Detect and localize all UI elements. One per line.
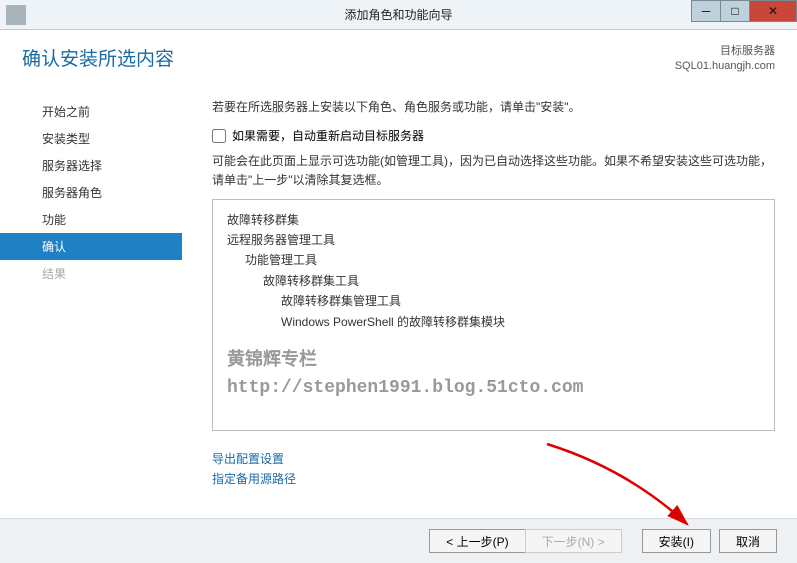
sidebar-item-label: 安装类型 xyxy=(42,132,90,146)
auto-restart-label: 如果需要，自动重新启动目标服务器 xyxy=(232,127,424,144)
sidebar-item-server-select[interactable]: 服务器选择 xyxy=(0,152,182,179)
watermark-line1: 黄锦辉专栏 xyxy=(227,351,317,371)
content-pane: 若要在所选服务器上安装以下角色、角色服务或功能，请单击"安装"。 如果需要，自动… xyxy=(182,80,797,518)
auto-restart-row: 如果需要，自动重新启动目标服务器 xyxy=(212,127,775,144)
tree-item: Windows PowerShell 的故障转移群集模块 xyxy=(227,312,760,332)
sidebar-item-label: 服务器选择 xyxy=(42,159,102,173)
watermark-line2: http://stephen1991.blog.51cto.com xyxy=(227,378,583,398)
tree-item: 故障转移群集工具 xyxy=(227,271,760,291)
window-titlebar: 添加角色和功能向导 ─ □ ✕ xyxy=(0,0,797,30)
config-links: 导出配置设置 指定备用源路径 xyxy=(212,449,775,490)
auto-restart-checkbox[interactable] xyxy=(212,129,226,143)
nav-button-group: < 上一步(P) 下一步(N) > xyxy=(429,529,621,553)
optional-note: 可能会在此页面上显示可选功能(如管理工具)，因为已自动选择这些功能。如果不希望安… xyxy=(212,152,775,190)
target-server-label: 目标服务器 xyxy=(675,44,775,59)
window-title: 添加角色和功能向导 xyxy=(344,6,452,23)
previous-button[interactable]: < 上一步(P) xyxy=(429,529,524,553)
sidebar-item-server-roles[interactable]: 服务器角色 xyxy=(0,179,182,206)
sidebar-item-label: 结果 xyxy=(42,267,66,281)
tree-item: 故障转移群集管理工具 xyxy=(227,291,760,311)
close-button[interactable]: ✕ xyxy=(749,0,797,22)
feature-list-box: 故障转移群集 远程服务器管理工具 功能管理工具 故障转移群集工具 故障转移群集管… xyxy=(212,199,775,431)
tree-item: 功能管理工具 xyxy=(227,250,760,270)
watermark: 黄锦辉专栏 http://stephen1991.blog.51cto.com xyxy=(227,348,583,402)
wizard-sidebar: 开始之前 安装类型 服务器选择 服务器角色 功能 确认 结果 xyxy=(0,80,182,518)
tree-item: 故障转移群集 xyxy=(227,210,760,230)
app-icon xyxy=(6,5,26,25)
tree-item: 远程服务器管理工具 xyxy=(227,230,760,250)
minimize-button[interactable]: ─ xyxy=(691,0,721,22)
page-header: 确认安装所选内容 目标服务器 SQL01.huangjh.com xyxy=(0,30,797,80)
install-button[interactable]: 安装(I) xyxy=(642,529,711,553)
sidebar-item-label: 确认 xyxy=(42,240,66,254)
sidebar-item-label: 服务器角色 xyxy=(42,186,102,200)
intro-text: 若要在所选服务器上安装以下角色、角色服务或功能，请单击"安装"。 xyxy=(212,98,775,117)
wizard-footer: < 上一步(P) 下一步(N) > 安装(I) 取消 xyxy=(0,518,797,563)
target-server-info: 目标服务器 SQL01.huangjh.com xyxy=(675,44,775,75)
export-config-link[interactable]: 导出配置设置 xyxy=(212,449,775,469)
sidebar-item-features[interactable]: 功能 xyxy=(0,206,182,233)
target-server-name: SQL01.huangjh.com xyxy=(675,59,775,74)
main-area: 开始之前 安装类型 服务器选择 服务器角色 功能 确认 结果 若要在所选服务器上… xyxy=(0,80,797,518)
maximize-button[interactable]: □ xyxy=(720,0,750,22)
page-title: 确认安装所选内容 xyxy=(22,44,174,71)
next-button: 下一步(N) > xyxy=(525,529,622,553)
sidebar-item-results: 结果 xyxy=(0,260,182,287)
cancel-button[interactable]: 取消 xyxy=(719,529,777,553)
sidebar-item-confirm[interactable]: 确认 xyxy=(0,233,182,260)
sidebar-item-label: 功能 xyxy=(42,213,66,227)
window-controls: ─ □ ✕ xyxy=(692,0,797,22)
sidebar-item-label: 开始之前 xyxy=(42,105,90,119)
alt-source-link[interactable]: 指定备用源路径 xyxy=(212,469,775,489)
sidebar-item-before-begin[interactable]: 开始之前 xyxy=(0,98,182,125)
sidebar-item-install-type[interactable]: 安装类型 xyxy=(0,125,182,152)
wizard-body: 确认安装所选内容 目标服务器 SQL01.huangjh.com 开始之前 安装… xyxy=(0,30,797,518)
